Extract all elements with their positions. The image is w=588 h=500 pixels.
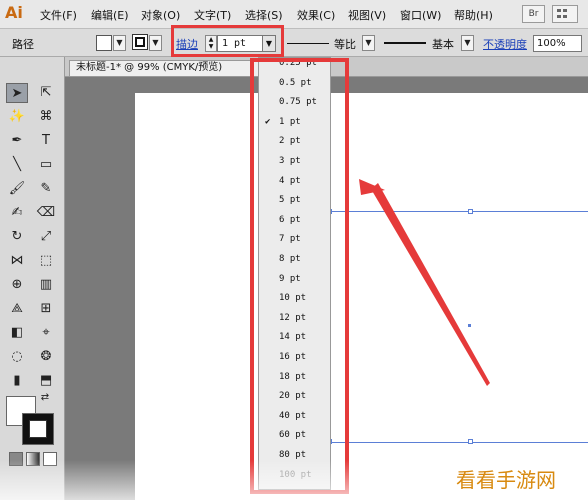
app-logo: Ai: [5, 3, 23, 22]
direct-selection-tool-icon[interactable]: ⇱: [35, 83, 57, 103]
menu-select[interactable]: 选择(S): [245, 7, 283, 23]
menu-window[interactable]: 窗口(W): [400, 7, 441, 23]
watermark: 看看手游网: [456, 468, 556, 492]
opacity-link[interactable]: 不透明度: [483, 36, 527, 52]
menu-help[interactable]: 帮助(H): [454, 7, 493, 23]
pencil-tool-icon[interactable]: ✎: [35, 179, 57, 199]
free-transform-tool-icon[interactable]: ⬚: [35, 251, 57, 271]
symbol-sprayer-tool-icon[interactable]: ❂: [35, 347, 57, 367]
menu-edit[interactable]: 编辑(E): [91, 7, 129, 23]
stroke-weight-highlight: [171, 25, 284, 57]
blob-brush-tool-icon[interactable]: ✍: [6, 203, 28, 223]
document-tab[interactable]: 未标题-1* @ 99% (CMYK/预览): [69, 60, 262, 76]
profile-dropdown-icon[interactable]: ▼: [362, 35, 375, 51]
object-type-label: 路径: [12, 38, 34, 51]
brush-label[interactable]: 基本: [432, 36, 454, 52]
menu-object[interactable]: 对象(O): [141, 7, 180, 23]
menu-type[interactable]: 文字(T): [194, 7, 231, 23]
type-tool-icon[interactable]: T: [35, 131, 57, 151]
mesh-tool-icon[interactable]: ⊞: [35, 299, 57, 319]
swap-fill-stroke-icon[interactable]: ⇄: [38, 391, 52, 405]
menu-file[interactable]: 文件(F): [40, 7, 77, 23]
column-graph-tool-icon[interactable]: ▮: [6, 371, 28, 391]
pen-tool-icon[interactable]: ✒: [6, 131, 28, 151]
rotate-tool-icon[interactable]: ↻: [6, 227, 28, 247]
dropdown-highlight: [250, 58, 349, 494]
fill-swatch[interactable]: [96, 35, 112, 51]
width-tool-icon[interactable]: ⋈: [6, 251, 28, 271]
menu-bar: Ai 文件(F) 编辑(E) 对象(O) 文字(T) 选择(S) 效果(C) 视…: [0, 0, 588, 29]
blend-tool-icon[interactable]: ◌: [6, 347, 28, 367]
brush-definition-sample: [384, 42, 426, 44]
lasso-tool-icon[interactable]: ⌘: [35, 107, 57, 127]
gradient-tool-icon[interactable]: ◧: [6, 323, 28, 343]
control-bar: 路径 ▼ ▼ 描边 ▲ ▼ 1 pt ▼ 等比 ▼ 基本 ▼ 不透明度 100%: [0, 29, 588, 57]
live-paint-bucket-tool-icon[interactable]: ▥: [35, 275, 57, 295]
perspective-grid-tool-icon[interactable]: ⟁: [6, 299, 28, 319]
menu-view[interactable]: 视图(V): [348, 7, 386, 23]
opacity-input[interactable]: 100%: [533, 35, 582, 52]
eraser-tool-icon[interactable]: ⌫: [35, 203, 57, 223]
artboard-tool-icon[interactable]: ⬒: [35, 371, 57, 391]
variable-width-profile-sample: [287, 43, 329, 44]
brush-dropdown-icon[interactable]: ▼: [461, 35, 474, 51]
bridge-button[interactable]: Br: [522, 5, 545, 23]
stroke-color-dropdown-icon[interactable]: ▼: [149, 35, 162, 51]
arrange-documents-icon[interactable]: [552, 5, 578, 23]
paintbrush-tool-icon[interactable]: 🖌: [6, 179, 28, 199]
stroke-color-box[interactable]: [22, 413, 54, 445]
eyedropper-tool-icon[interactable]: ⌖: [35, 323, 57, 343]
selection-tool-icon[interactable]: ➤: [6, 83, 28, 103]
profile-label[interactable]: 等比: [334, 36, 356, 52]
menu-effect[interactable]: 效果(C): [297, 7, 335, 23]
fill-dropdown-icon[interactable]: ▼: [113, 35, 126, 51]
scale-tool-icon[interactable]: ⤢: [35, 227, 57, 247]
shape-builder-tool-icon[interactable]: ⊕: [6, 275, 28, 295]
magic-wand-tool-icon[interactable]: ✨: [6, 107, 28, 127]
line-tool-icon[interactable]: ╲: [6, 155, 28, 175]
stroke-swatch[interactable]: [132, 34, 148, 50]
tools-panel: ➤ ⇱ ✨ ⌘ ✒ T ╲ ▭ 🖌 ✎ ✍ ⌫ ↻ ⤢ ⋈ ⬚ ⊕ ▥ ⟁ ⊞ …: [0, 57, 65, 500]
rectangle-tool-icon[interactable]: ▭: [35, 155, 57, 175]
